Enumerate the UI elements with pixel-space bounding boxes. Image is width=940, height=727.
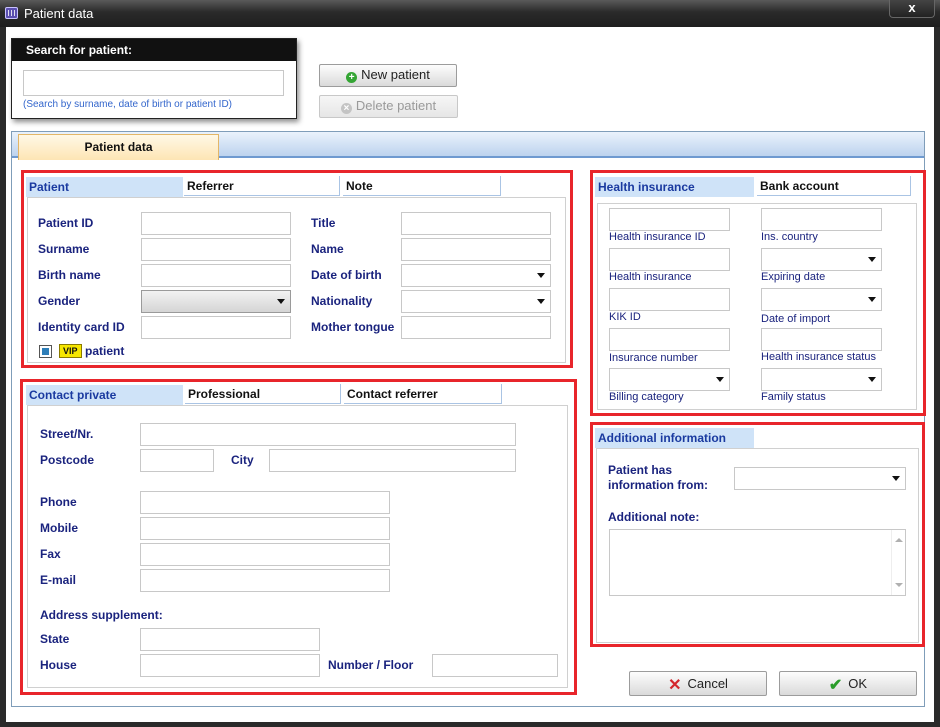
delete-icon: ×	[340, 103, 352, 114]
delete-patient-button[interactable]: × Delete patient	[319, 95, 458, 118]
highlight-patient-section	[21, 170, 573, 368]
search-header: Search for patient:	[12, 39, 296, 61]
window-title: Patient data	[24, 6, 94, 21]
highlight-additional-section	[590, 422, 925, 647]
search-hint: (Search by surname, date of birth or pat…	[23, 99, 232, 110]
checkmark-icon: ✔	[828, 677, 843, 694]
ok-button[interactable]: ✔ OK	[779, 671, 917, 696]
highlight-insurance-section	[590, 170, 926, 416]
cancel-label: Cancel	[687, 676, 728, 691]
search-input[interactable]	[23, 70, 284, 96]
cancel-button[interactable]: ✕ Cancel	[629, 671, 767, 696]
new-patient-label: New patient	[361, 67, 430, 82]
tab-patient-data[interactable]: Patient data	[18, 134, 219, 160]
cancel-x-icon: ✕	[668, 677, 682, 694]
highlight-contact-section	[20, 379, 577, 695]
title-bar: Patient data x	[0, 0, 940, 27]
ok-label: OK	[848, 676, 868, 691]
plus-icon: +	[346, 72, 358, 83]
app-icon	[5, 7, 18, 19]
close-button[interactable]: x	[889, 0, 935, 18]
search-panel: Search for patient: (Search by surname, …	[11, 38, 297, 119]
new-patient-button[interactable]: + New patient	[319, 64, 457, 87]
delete-patient-label: Delete patient	[355, 98, 437, 113]
